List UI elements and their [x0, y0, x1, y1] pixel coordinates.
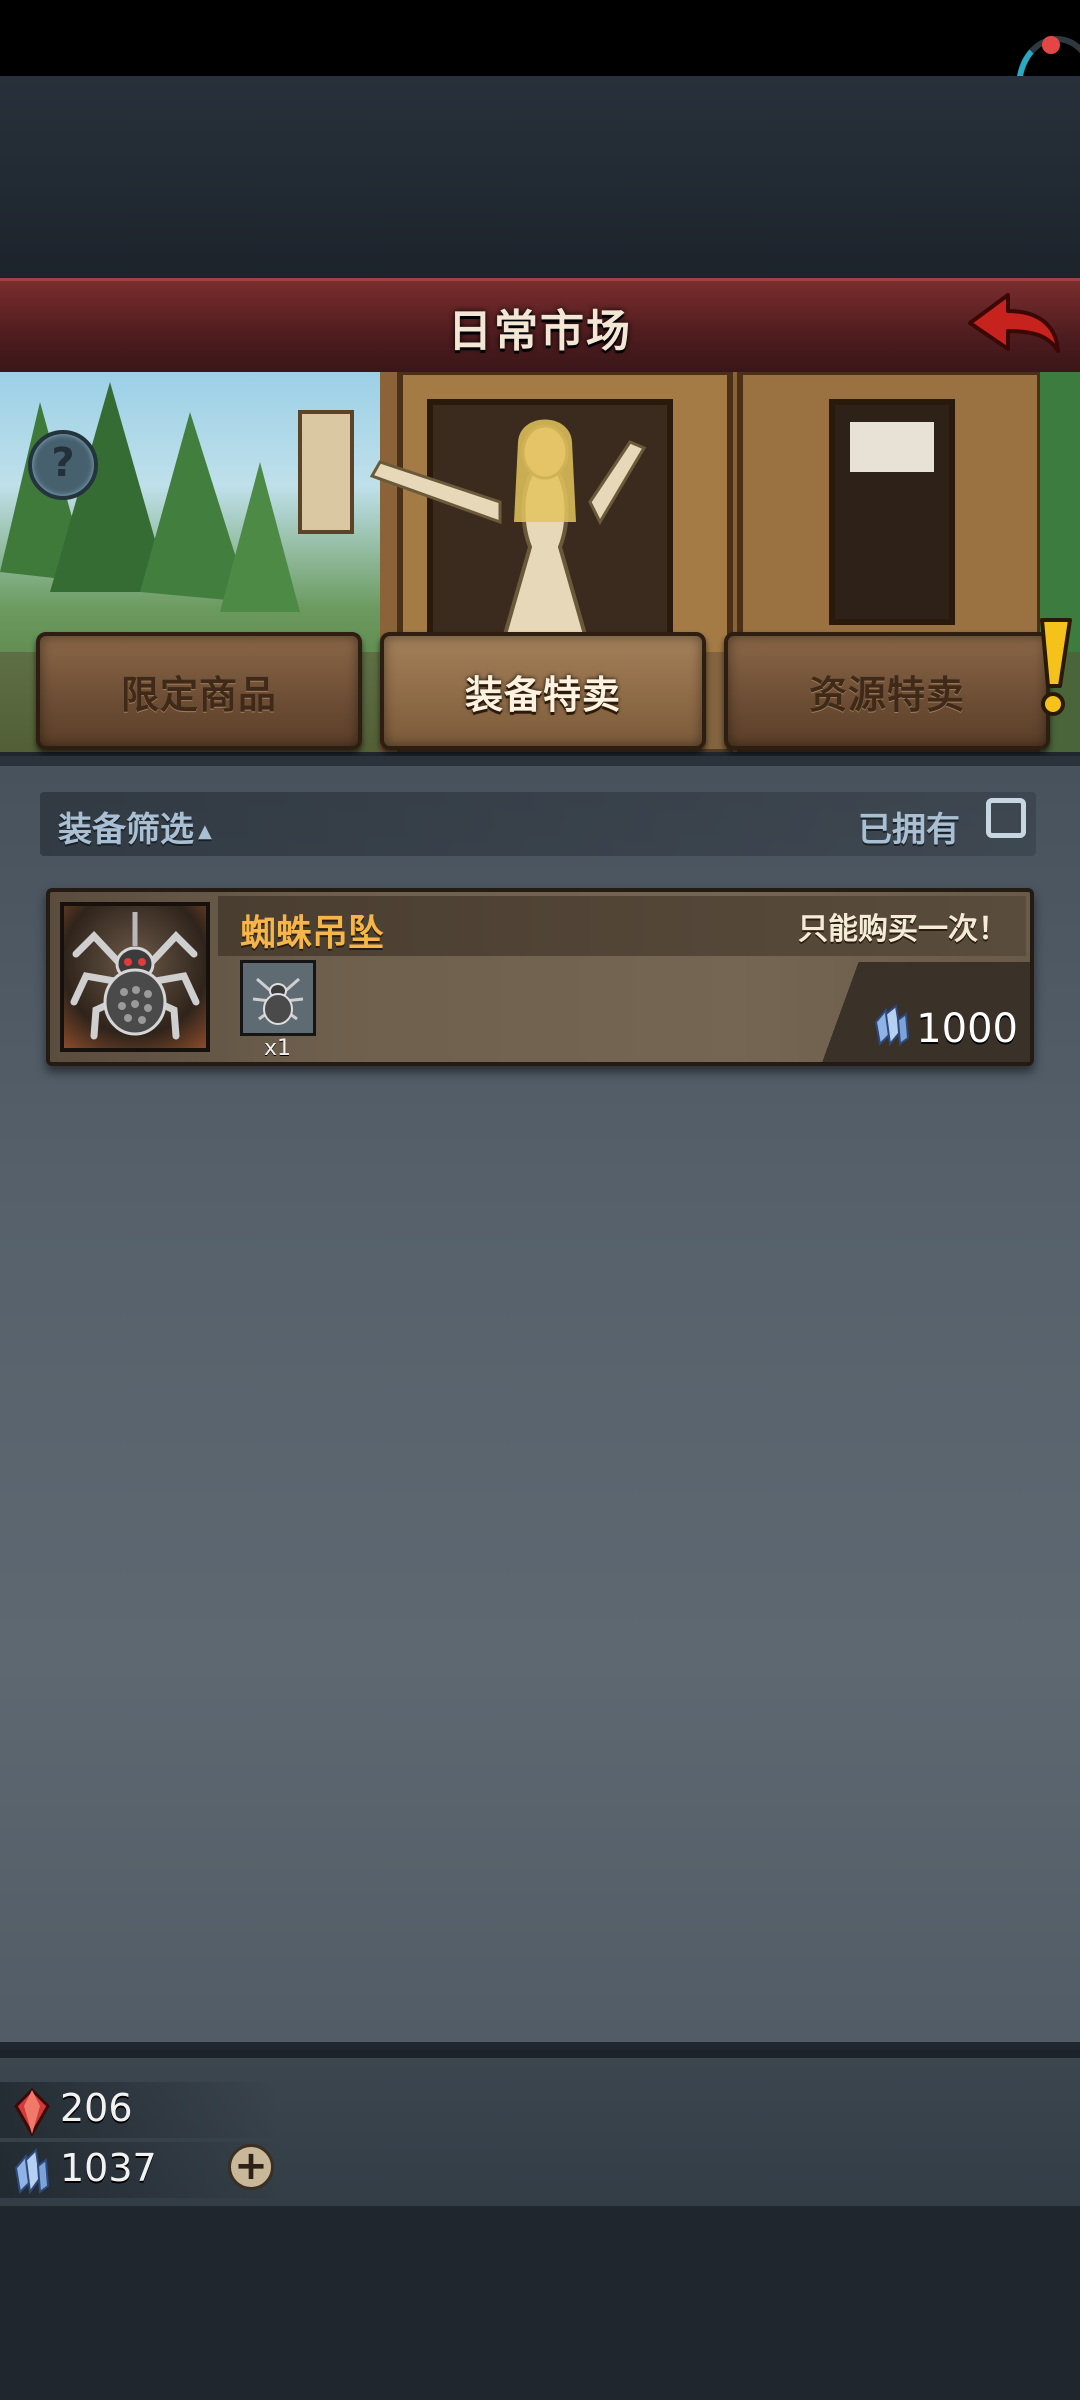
- filter-label: 装备筛选: [58, 810, 194, 850]
- spider-icon: [70, 912, 200, 1040]
- crystal-icon: [874, 1004, 910, 1047]
- red-gem-icon: [14, 2088, 50, 2136]
- currency-row-red-gem: 206: [0, 2082, 280, 2138]
- add-crystal-button[interactable]: +: [228, 2144, 274, 2190]
- page-title: 日常市场: [448, 306, 632, 357]
- item-price: 1000: [916, 1006, 1018, 1052]
- reward-slot: [240, 960, 316, 1036]
- shop-item-card[interactable]: 蜘蛛吊坠 只能购买一次！ x1 1000: [46, 888, 1034, 1066]
- title-bar: 日常市场: [0, 278, 1080, 377]
- back-arrow-icon: [968, 293, 1060, 353]
- help-question-button[interactable]: ?: [28, 430, 98, 500]
- notification-dot-icon: [1042, 36, 1060, 54]
- price-box[interactable]: 1000: [800, 962, 1030, 1062]
- tab-label: 资源特卖: [808, 672, 965, 717]
- tab-label: 限定商品: [120, 672, 277, 717]
- owned-label: 已拥有: [858, 810, 960, 850]
- tab-resource-sale[interactable]: 资源特卖: [724, 618, 1072, 750]
- crystal-icon: [14, 2148, 50, 2195]
- tab-limited-goods[interactable]: 限定商品: [36, 632, 362, 750]
- caret-up-icon: ▲: [198, 821, 212, 842]
- crystal-count: 1037: [60, 2146, 157, 2190]
- status-bar: [0, 0, 1080, 76]
- owned-checkbox[interactable]: [986, 798, 1026, 838]
- top-background: [0, 76, 1080, 278]
- item-list-panel: 装备筛选 ▲ 已拥有 蜘蛛吊坠 只能购买一次！ x1 1000: [0, 756, 1080, 2042]
- exclamation-alert-icon: [1040, 618, 1072, 716]
- filter-row: 装备筛选 ▲ 已拥有: [40, 792, 1036, 856]
- back-arrow-button[interactable]: [964, 289, 1064, 365]
- reward-quantity: x1: [264, 1036, 292, 1061]
- tab-equipment-sale[interactable]: 装备特卖: [380, 632, 706, 750]
- equipment-filter-toggle[interactable]: 装备筛选 ▲: [58, 802, 212, 851]
- spider-pendant-small-icon: [252, 977, 304, 1025]
- item-name: 蜘蛛吊坠: [240, 913, 385, 954]
- spider-pendant-icon: [60, 902, 210, 1052]
- purchase-limit-text: 只能购买一次！: [798, 912, 1008, 947]
- tab-label: 装备特卖: [464, 672, 621, 717]
- red-gem-count: 206: [60, 2086, 133, 2130]
